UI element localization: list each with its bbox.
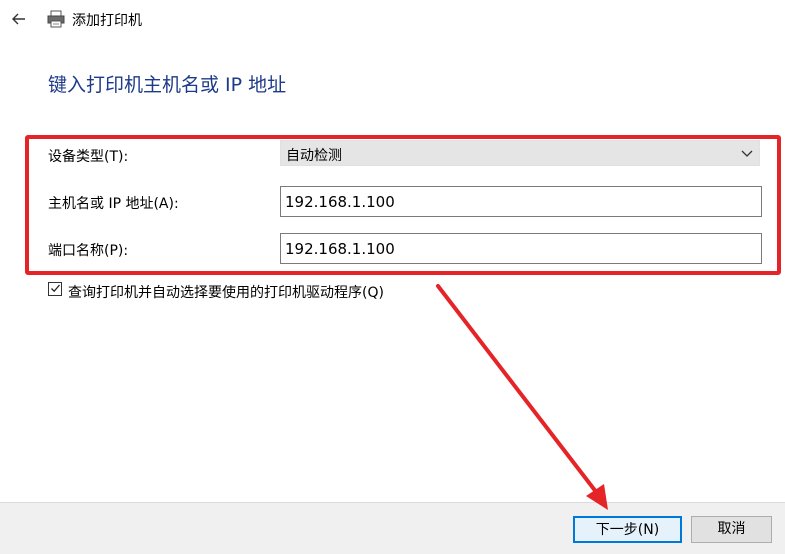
printer-icon (47, 10, 65, 28)
cancel-button[interactable]: 取消 (691, 516, 772, 543)
window-title: 添加打印机 (72, 13, 142, 29)
checkmark-icon (51, 284, 60, 293)
back-arrow-icon[interactable] (8, 8, 30, 30)
query-printer-label[interactable]: 查询打印机并自动选择要使用的打印机驱动程序(Q) (68, 282, 384, 302)
title-bar: 添加打印机 (0, 0, 785, 38)
footer-bar: 下一步(N) 取消 (0, 502, 785, 554)
page-heading: 键入打印机主机名或 IP 地址 (48, 74, 287, 96)
next-button[interactable]: 下一步(N) (573, 516, 682, 543)
annotation-highlight-box (25, 135, 781, 275)
query-printer-checkbox[interactable] (48, 282, 62, 296)
